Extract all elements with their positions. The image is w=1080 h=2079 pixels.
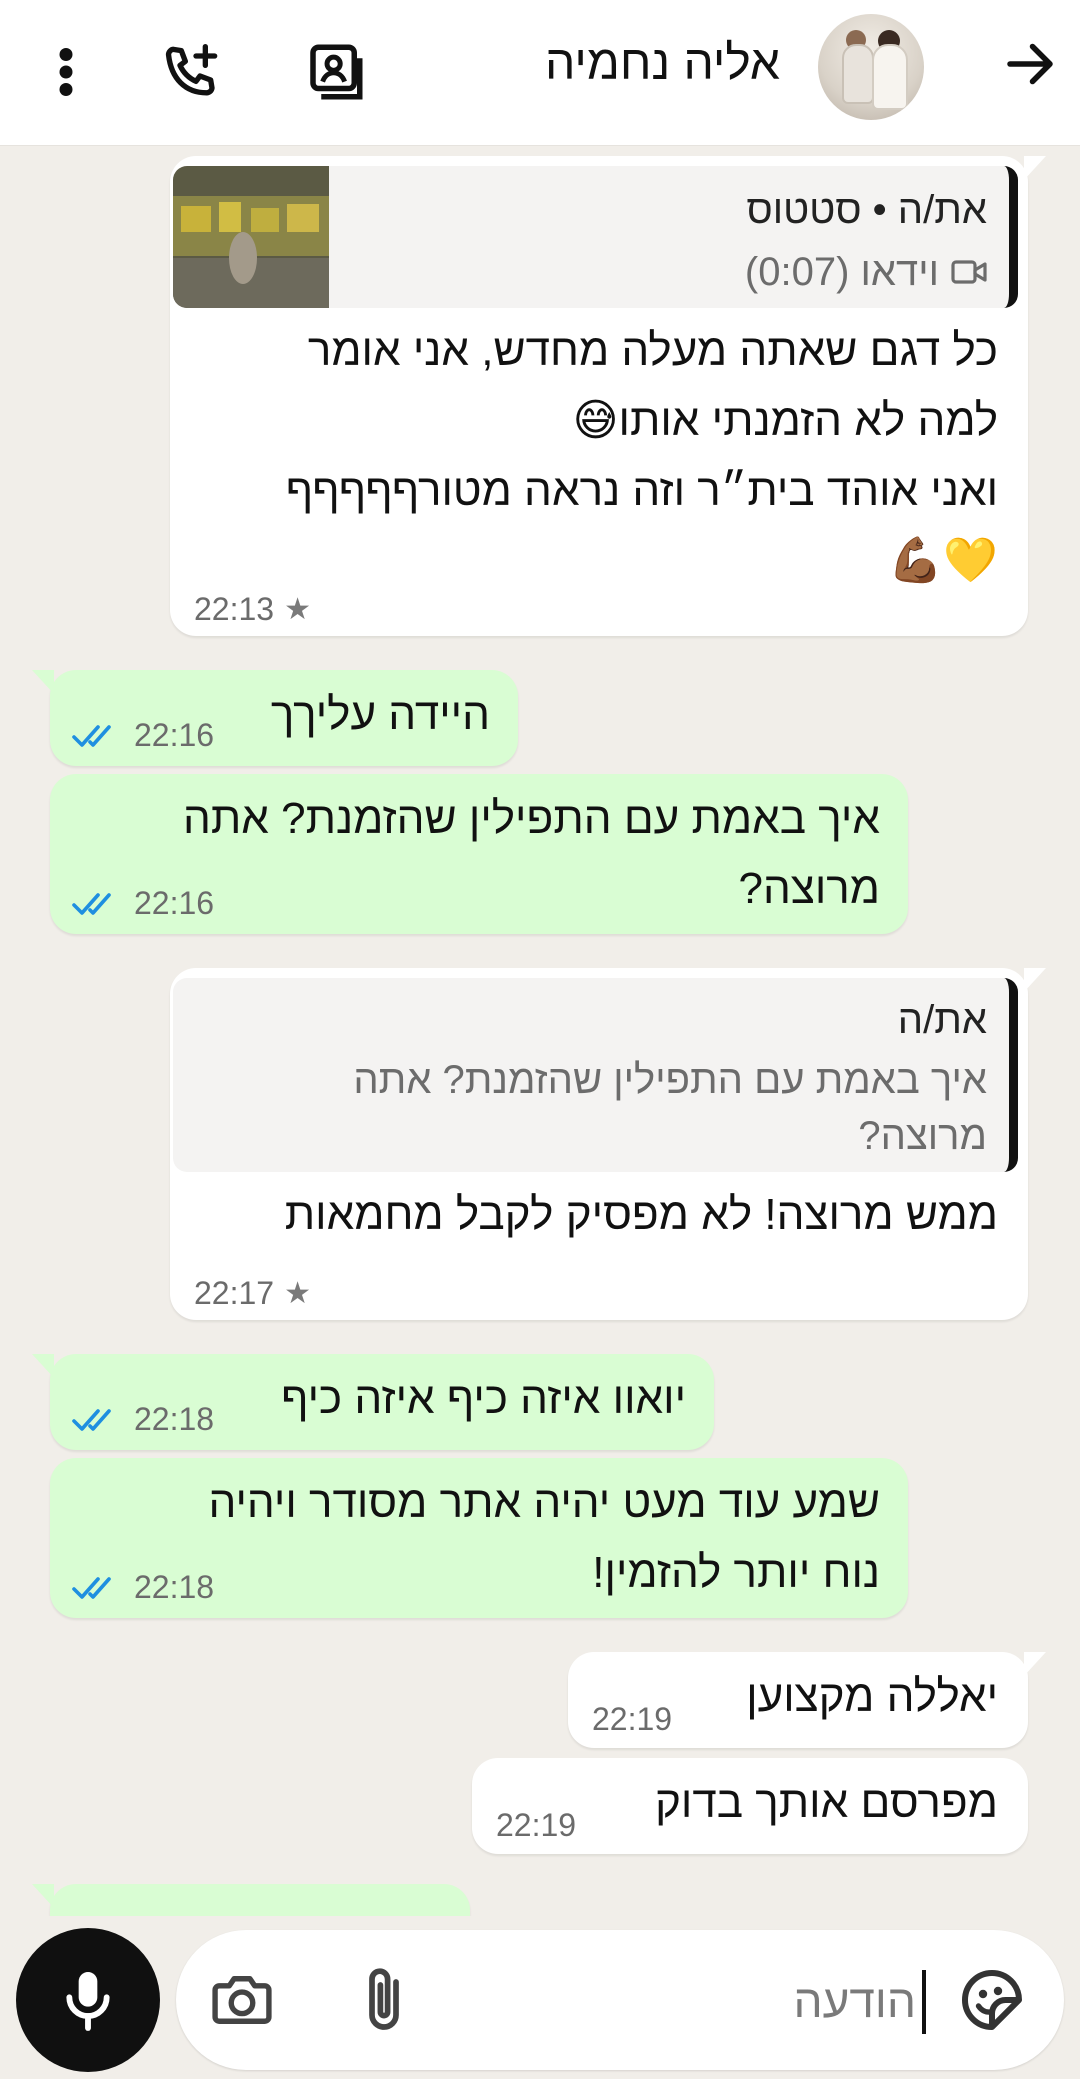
read-ticks-icon xyxy=(72,1408,111,1431)
message-time: 22:16 xyxy=(134,717,215,753)
quote-text: וידאו (0:07) xyxy=(744,250,939,294)
message-text: היידה עליךך xyxy=(270,690,490,739)
more-options-button[interactable] xyxy=(16,22,116,122)
sticker-icon[interactable] xyxy=(956,1964,1028,2036)
read-ticks-icon xyxy=(72,892,111,915)
video-thumbnail xyxy=(173,166,329,308)
message-text: ממש מרוצה! לא מפסיק לקבל מחמאות xyxy=(284,1190,998,1239)
message-bubble-incoming[interactable]: את/ה איך באמת עם התפילין שהזמנת? אתה מרו… xyxy=(170,968,1046,1320)
read-ticks-icon xyxy=(72,1576,111,1599)
chat-area[interactable]: את/ה • סטטוס וידאו (0:07) כל דגם שאתה מע… xyxy=(0,146,1080,1916)
text-caret xyxy=(922,1970,926,2034)
message-text: כל דגם שאתה מעלה מחדש, אני אומר למה לא ה… xyxy=(285,326,998,585)
message-input[interactable]: הודעה xyxy=(176,1930,1064,2070)
message-bubble-outgoing[interactable]: היידה עליךך 22:16 xyxy=(32,670,518,766)
read-ticks-icon xyxy=(72,724,111,747)
message-time: 22:13 xyxy=(194,591,275,627)
message-bubble-outgoing-partial[interactable] xyxy=(32,1884,470,1916)
input-placeholder: הודעה xyxy=(793,1975,916,2027)
quoted-message[interactable]: את/ה איך באמת עם התפילין שהזמנת? אתה מרו… xyxy=(173,978,1018,1172)
message-time: 22:16 xyxy=(134,885,215,921)
message-text: יואוו איזה כיף איזה כיף xyxy=(281,1374,686,1423)
camera-icon[interactable] xyxy=(208,1966,276,2034)
star-icon: ★ xyxy=(284,1277,311,1310)
video-icon xyxy=(951,260,987,284)
arrow-right-icon xyxy=(1007,43,1053,85)
quote-author: את/ה • סטטוס xyxy=(746,188,987,232)
message-text: יאללה מקצוען xyxy=(746,1672,998,1721)
message-bubble-outgoing[interactable]: איך באמת עם התפילין שהזמנת? אתה מרוצה? 2… xyxy=(50,774,908,934)
message-time: 22:19 xyxy=(496,1807,577,1843)
add-call-button[interactable] xyxy=(142,22,242,122)
message-bubble-outgoing[interactable]: יואוו איזה כיף איזה כיף 22:18 xyxy=(32,1354,714,1450)
contact-card-button[interactable] xyxy=(285,22,385,122)
compose-bar: הודעה xyxy=(0,1916,1080,2079)
contact-name[interactable]: אליה נחמיה xyxy=(545,36,780,91)
mic-icon xyxy=(66,1972,110,2031)
message-bubble-incoming[interactable]: את/ה • סטטוס וידאו (0:07) כל דגם שאתה מע… xyxy=(170,156,1046,636)
message-time: 22:19 xyxy=(592,1701,673,1737)
message-bubble-incoming[interactable]: מפרסם אותך בדוק 22:19 xyxy=(472,1758,1028,1854)
message-time: 22:18 xyxy=(134,1401,215,1437)
message-text: מפרסם אותך בדוק xyxy=(654,1778,998,1827)
message-bubble-incoming[interactable]: יאללה מקצוען 22:19 xyxy=(568,1652,1046,1748)
message-time: 22:17 xyxy=(194,1275,275,1311)
voice-record-button[interactable] xyxy=(16,1928,160,2072)
chat-header: אליה נחמיה xyxy=(0,0,1080,146)
more-vert-icon xyxy=(59,48,73,96)
avatar[interactable] xyxy=(818,14,924,120)
back-button[interactable] xyxy=(980,14,1080,114)
quote-author: את/ה xyxy=(897,998,987,1042)
message-bubble-outgoing[interactable]: שמע עוד מעט יהיה אתר מסודר ויהיה נוח יות… xyxy=(50,1458,908,1618)
attach-icon[interactable] xyxy=(356,1964,412,2036)
add-call-icon xyxy=(165,44,218,96)
contact-card-icon xyxy=(310,44,363,100)
quoted-status[interactable]: את/ה • סטטוס וידאו (0:07) xyxy=(173,166,1018,308)
star-icon: ★ xyxy=(284,593,311,626)
message-time: 22:18 xyxy=(134,1569,215,1605)
quote-text: איך באמת עם התפילין שהזמנת? אתה מרוצה? xyxy=(353,1058,987,1158)
